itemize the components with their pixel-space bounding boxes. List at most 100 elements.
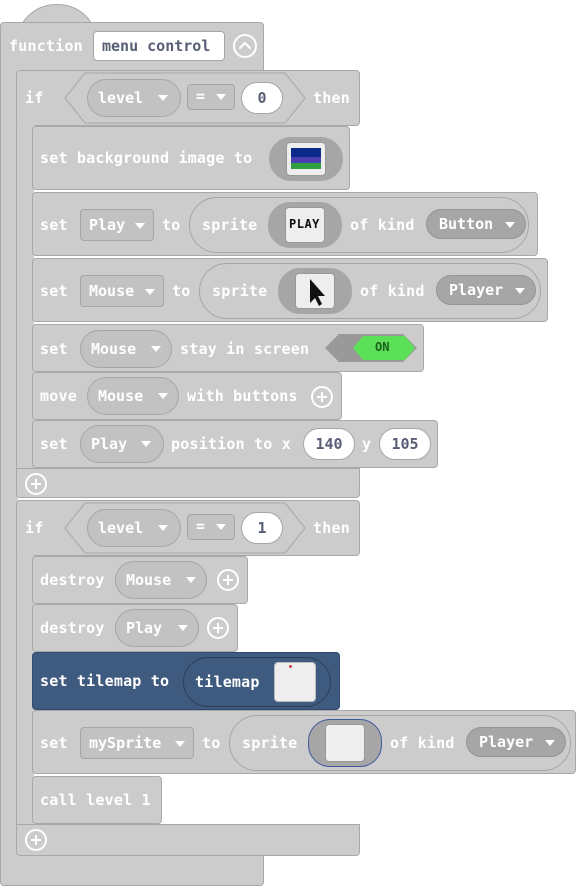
y-value-input[interactable]: 105 (379, 428, 431, 460)
dropdown-caret-icon (135, 223, 145, 229)
set-background-image-block[interactable]: set background image to (32, 126, 350, 190)
sprite-image-picker[interactable] (278, 268, 352, 314)
sprite-keyword: sprite (212, 282, 268, 300)
dropdown-caret-icon (145, 289, 155, 295)
sprite-image-picker[interactable]: PLAY (268, 202, 342, 248)
dropdown-caret-icon (151, 346, 161, 352)
sprite-image-picker[interactable] (308, 719, 382, 767)
stay-in-screen-label: stay in screen (180, 340, 310, 358)
set-background-label: set background image to (40, 149, 253, 167)
dropdown-caret-icon (175, 741, 185, 747)
if-keyword: if (25, 89, 44, 107)
if-block-level-0[interactable]: if level = 0 then (16, 70, 360, 126)
set-tilemap-block[interactable]: set tilemap to tilemap (32, 652, 340, 710)
variable-dropdown-mouse[interactable]: Mouse (80, 330, 172, 368)
chevron-up-icon (238, 41, 252, 50)
sprite-expression[interactable]: sprite of kind Player (229, 715, 571, 771)
dropdown-caret-icon (141, 441, 151, 447)
operator-dropdown[interactable]: = (187, 514, 235, 540)
stay-in-screen-block[interactable]: set Mouse stay in screen ON (32, 324, 424, 372)
if-footer (16, 824, 360, 856)
dropdown-caret-icon (158, 95, 168, 101)
compare-value-input[interactable]: 0 (241, 82, 283, 114)
dropdown-caret-icon (216, 524, 226, 530)
kind-dropdown-button[interactable]: Button (426, 209, 526, 239)
set-play-sprite-block[interactable]: set Play to sprite PLAY of kind Button (32, 192, 538, 256)
add-parameter-icon[interactable] (311, 386, 333, 408)
set-tilemap-label: set tilemap to (40, 672, 170, 690)
sprite-keyword: sprite (242, 734, 298, 752)
variable-dropdown-mysprite[interactable]: mySprite (80, 727, 194, 759)
set-mouse-sprite-block[interactable]: set Mouse to sprite of kind Player (32, 258, 548, 322)
set-keyword: set (40, 216, 68, 234)
function-name-field[interactable]: menu control (93, 31, 225, 61)
of-kind-keyword: of kind (390, 734, 455, 752)
tilemap-thumbnail[interactable] (274, 662, 316, 702)
then-keyword: then (313, 519, 350, 537)
variable-dropdown-level[interactable]: level (87, 79, 181, 117)
y-label: y (362, 435, 372, 453)
call-level-block[interactable]: call level 1 (32, 776, 162, 824)
dropdown-caret-icon (515, 288, 525, 294)
set-position-block[interactable]: set Play position to x 140 y 105 (32, 420, 438, 468)
compare-value-input[interactable]: 1 (241, 512, 283, 544)
function-block[interactable]: function menu control (0, 22, 264, 70)
operator-dropdown[interactable]: = (187, 84, 235, 110)
tilemap-expression[interactable]: tilemap (183, 657, 331, 707)
cursor-arrow-icon (310, 279, 325, 306)
dropdown-caret-icon (505, 222, 515, 228)
set-keyword: set (40, 340, 68, 358)
add-else-icon[interactable] (25, 829, 47, 851)
empty-sprite-thumbnail (325, 724, 365, 762)
if-block-level-1[interactable]: if level = 1 then (16, 500, 360, 556)
play-button-sprite-thumbnail: PLAY (285, 207, 325, 243)
move-with-buttons-block[interactable]: move Mouse with buttons (32, 372, 342, 420)
collapse-button[interactable] (233, 34, 257, 58)
destroy-play-block[interactable]: destroy Play (32, 604, 238, 652)
set-keyword: set (40, 734, 68, 752)
move-keyword: move (40, 387, 77, 405)
toggle-switch[interactable] (323, 332, 419, 364)
of-kind-keyword: of kind (350, 216, 415, 234)
set-mysprite-block[interactable]: set mySprite to sprite of kind Player (32, 710, 576, 774)
function-name-text: menu control (102, 37, 211, 55)
sprite-expression[interactable]: sprite PLAY of kind Button (189, 197, 529, 253)
dropdown-caret-icon (178, 625, 188, 631)
kind-dropdown-player[interactable]: Player (436, 275, 536, 305)
function-footer (0, 856, 264, 886)
function-keyword: function (9, 37, 83, 55)
variable-dropdown-play[interactable]: Play (115, 609, 199, 647)
add-else-icon[interactable] (25, 473, 47, 495)
dropdown-caret-icon (186, 577, 196, 583)
of-kind-keyword: of kind (360, 282, 425, 300)
to-keyword: to (202, 734, 221, 752)
image-picker[interactable] (269, 137, 343, 181)
destroy-keyword: destroy (40, 571, 105, 589)
add-parameter-icon[interactable] (207, 617, 229, 639)
if-footer (16, 468, 360, 498)
variable-dropdown-mouse[interactable]: Mouse (115, 561, 207, 599)
tilemap-keyword: tilemap (195, 673, 260, 691)
add-parameter-icon[interactable] (217, 569, 239, 591)
dropdown-caret-icon (545, 740, 555, 746)
kind-dropdown-player[interactable]: Player (466, 727, 566, 757)
dropdown-caret-icon (158, 393, 168, 399)
with-buttons-label: with buttons (187, 387, 298, 405)
background-image-thumbnail (286, 142, 326, 176)
set-keyword: set (40, 435, 68, 453)
variable-dropdown-play[interactable]: Play (80, 209, 154, 241)
if-keyword: if (25, 519, 44, 537)
destroy-mouse-block[interactable]: destroy Mouse (32, 556, 248, 604)
variable-dropdown-play[interactable]: Play (80, 425, 164, 463)
dropdown-caret-icon (216, 94, 226, 100)
call-level-label: call level 1 (40, 791, 151, 809)
sprite-expression[interactable]: sprite of kind Player (199, 263, 541, 319)
x-value-input[interactable]: 140 (303, 428, 355, 460)
toggle-on-label: ON (375, 340, 390, 354)
variable-dropdown-mouse[interactable]: Mouse (80, 275, 164, 307)
set-keyword: set (40, 282, 68, 300)
variable-dropdown-mouse[interactable]: Mouse (87, 377, 179, 415)
cursor-sprite-thumbnail (295, 273, 335, 309)
variable-dropdown-level[interactable]: level (87, 509, 181, 547)
position-to-x-label: position to x (171, 435, 291, 453)
